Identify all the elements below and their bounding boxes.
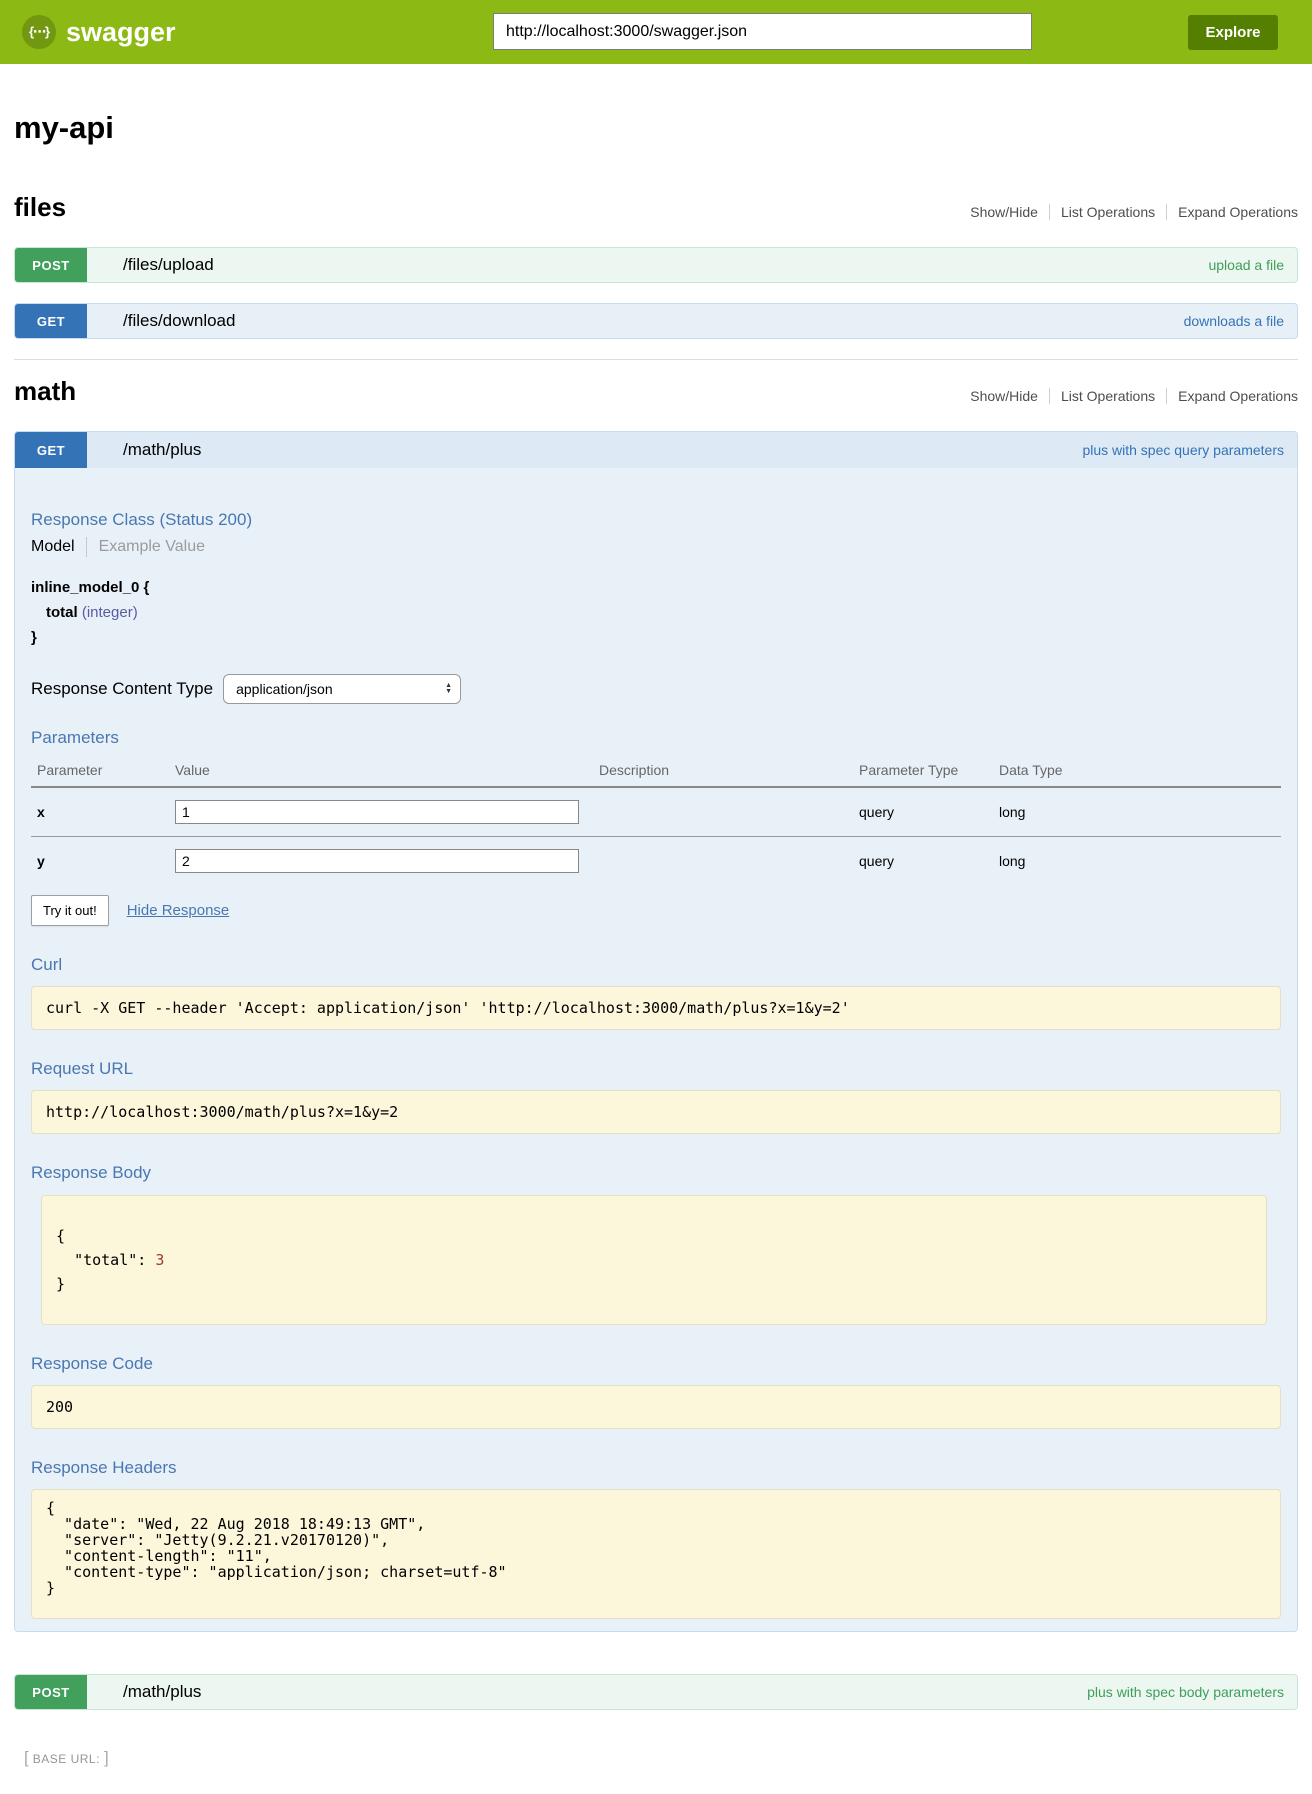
response-class-heading: Response Class (Status 200) [31,510,1281,530]
operation-get-math-plus-header[interactable]: GET /math/plus plus with spec query para… [15,432,1297,468]
operation-path: /files/download [123,311,235,331]
expand-operations-link-files[interactable]: Expand Operations [1167,204,1298,220]
param-row-y: y query long [31,837,1281,886]
col-value: Value [169,756,593,787]
select-arrows-icon: ▲▼ [445,683,452,695]
operation-get-math-plus: GET /math/plus plus with spec query para… [14,431,1298,1632]
param-data-type: long [993,787,1281,837]
list-operations-link-files[interactable]: List Operations [1050,204,1166,220]
model-property-name: total [46,604,78,621]
header: {⋯} swagger Explore [0,0,1312,64]
curl-heading: Curl [31,955,1281,975]
hide-response-link[interactable]: Hide Response [127,902,230,919]
response-body-box: { "total": 3 } [41,1195,1267,1325]
swagger-logo-icon: {⋯} [22,15,56,49]
swagger-brand: {⋯} swagger [22,15,176,49]
section-links-files: Show/Hide List Operations Expand Operati… [959,204,1298,223]
response-code-heading: Response Code [31,1354,1281,1374]
method-badge-post: POST [15,248,87,282]
operation-summary-link[interactable]: downloads a file [1184,313,1284,329]
operation-path: /math/plus [123,440,201,460]
section-head-math: math Show/Hide List Operations Expand Op… [14,376,1298,407]
base-url-footer: [BASE URL:] [24,1748,1298,1768]
section-title-math: math [14,376,76,407]
response-content-type-select[interactable]: application/json ▲▼ [223,674,461,704]
col-description: Description [593,756,853,787]
tab-example-value[interactable]: Example Value [87,538,205,556]
operation-summary-link[interactable]: upload a file [1208,257,1284,273]
response-code-box: 200 [31,1385,1281,1429]
section-links-math: Show/Hide List Operations Expand Operati… [959,388,1298,407]
operation-get-files-download[interactable]: GET /files/download downloads a file [14,303,1298,339]
expand-operations-link-math[interactable]: Expand Operations [1167,388,1298,404]
method-badge-get: GET [15,304,87,338]
method-badge-get: GET [15,432,87,468]
base-url-label: BASE URL: [29,1752,104,1766]
response-content-type-label: Response Content Type [31,679,213,699]
operation-summary-link[interactable]: plus with spec query parameters [1082,442,1284,458]
operation-post-files-upload[interactable]: POST /files/upload upload a file [14,247,1298,283]
request-url-box: http://localhost:3000/math/plus?x=1&y=2 [31,1090,1281,1134]
param-value-input-x[interactable] [175,800,579,824]
col-parameter-type: Parameter Type [853,756,993,787]
show-hide-link-files[interactable]: Show/Hide [959,204,1049,220]
response-body-heading: Response Body [31,1163,1281,1183]
try-it-out-button[interactable]: Try it out! [31,895,109,926]
json-brace: { [56,1227,74,1269]
param-value-input-y[interactable] [175,849,579,873]
json-brace: } [56,1275,65,1293]
parameters-header-row: Parameter Value Description Parameter Ty… [31,756,1281,787]
model-title: inline_model_0 { [31,575,1281,600]
list-operations-link-math[interactable]: List Operations [1050,388,1166,404]
tab-model[interactable]: Model [31,538,86,556]
response-headers-heading: Response Headers [31,1458,1281,1478]
model-definition: inline_model_0 { total (integer) } [31,575,1281,650]
section-title-files: files [14,192,66,223]
response-headers-box: { "date": "Wed, 22 Aug 2018 18:49:13 GMT… [31,1489,1281,1619]
response-content-type-row: Response Content Type application/json ▲… [31,674,1281,704]
parameters-table: Parameter Value Description Parameter Ty… [31,756,1281,885]
param-type: query [853,837,993,886]
param-name: y [31,837,169,886]
model-property: total (integer) [31,600,1281,625]
api-url-input[interactable] [493,13,1032,50]
show-hide-link-math[interactable]: Show/Hide [959,388,1049,404]
parameters-heading: Parameters [31,728,1281,748]
operation-path: /files/upload [123,255,214,275]
col-data-type: Data Type [993,756,1281,787]
explore-button[interactable]: Explore [1188,15,1278,50]
request-url-heading: Request URL [31,1059,1281,1079]
json-colon: : [137,1251,155,1269]
section-head-files: files Show/Hide List Operations Expand O… [14,192,1298,223]
section-divider [14,359,1298,360]
operation-detail-panel: Response Class (Status 200) Model Exampl… [15,468,1297,1631]
model-property-type: (integer) [82,604,138,621]
model-close-brace: } [31,625,1281,650]
method-badge-post: POST [15,1675,87,1709]
param-name: x [31,787,169,837]
page-content: my-api files Show/Hide List Operations E… [14,64,1298,1794]
try-row: Try it out! Hide Response [31,895,1281,926]
param-type: query [853,787,993,837]
param-description [593,787,853,837]
operation-post-math-plus[interactable]: POST /math/plus plus with spec body para… [14,1674,1298,1710]
footer-bracket-close: ] [104,1748,109,1767]
operation-path: /math/plus [123,1682,201,1702]
model-tabs: Model Example Value [31,537,1281,557]
col-parameter: Parameter [31,756,169,787]
operation-summary-link[interactable]: plus with spec body parameters [1087,1684,1284,1700]
param-row-x: x query long [31,787,1281,837]
brand-text: swagger [66,17,176,48]
param-description [593,837,853,886]
json-key: "total" [74,1251,137,1269]
json-number-value: 3 [155,1251,164,1269]
response-content-type-selected: application/json [236,681,333,697]
page-title: my-api [14,64,1298,146]
param-data-type: long [993,837,1281,886]
curl-command-box: curl -X GET --header 'Accept: applicatio… [31,986,1281,1030]
